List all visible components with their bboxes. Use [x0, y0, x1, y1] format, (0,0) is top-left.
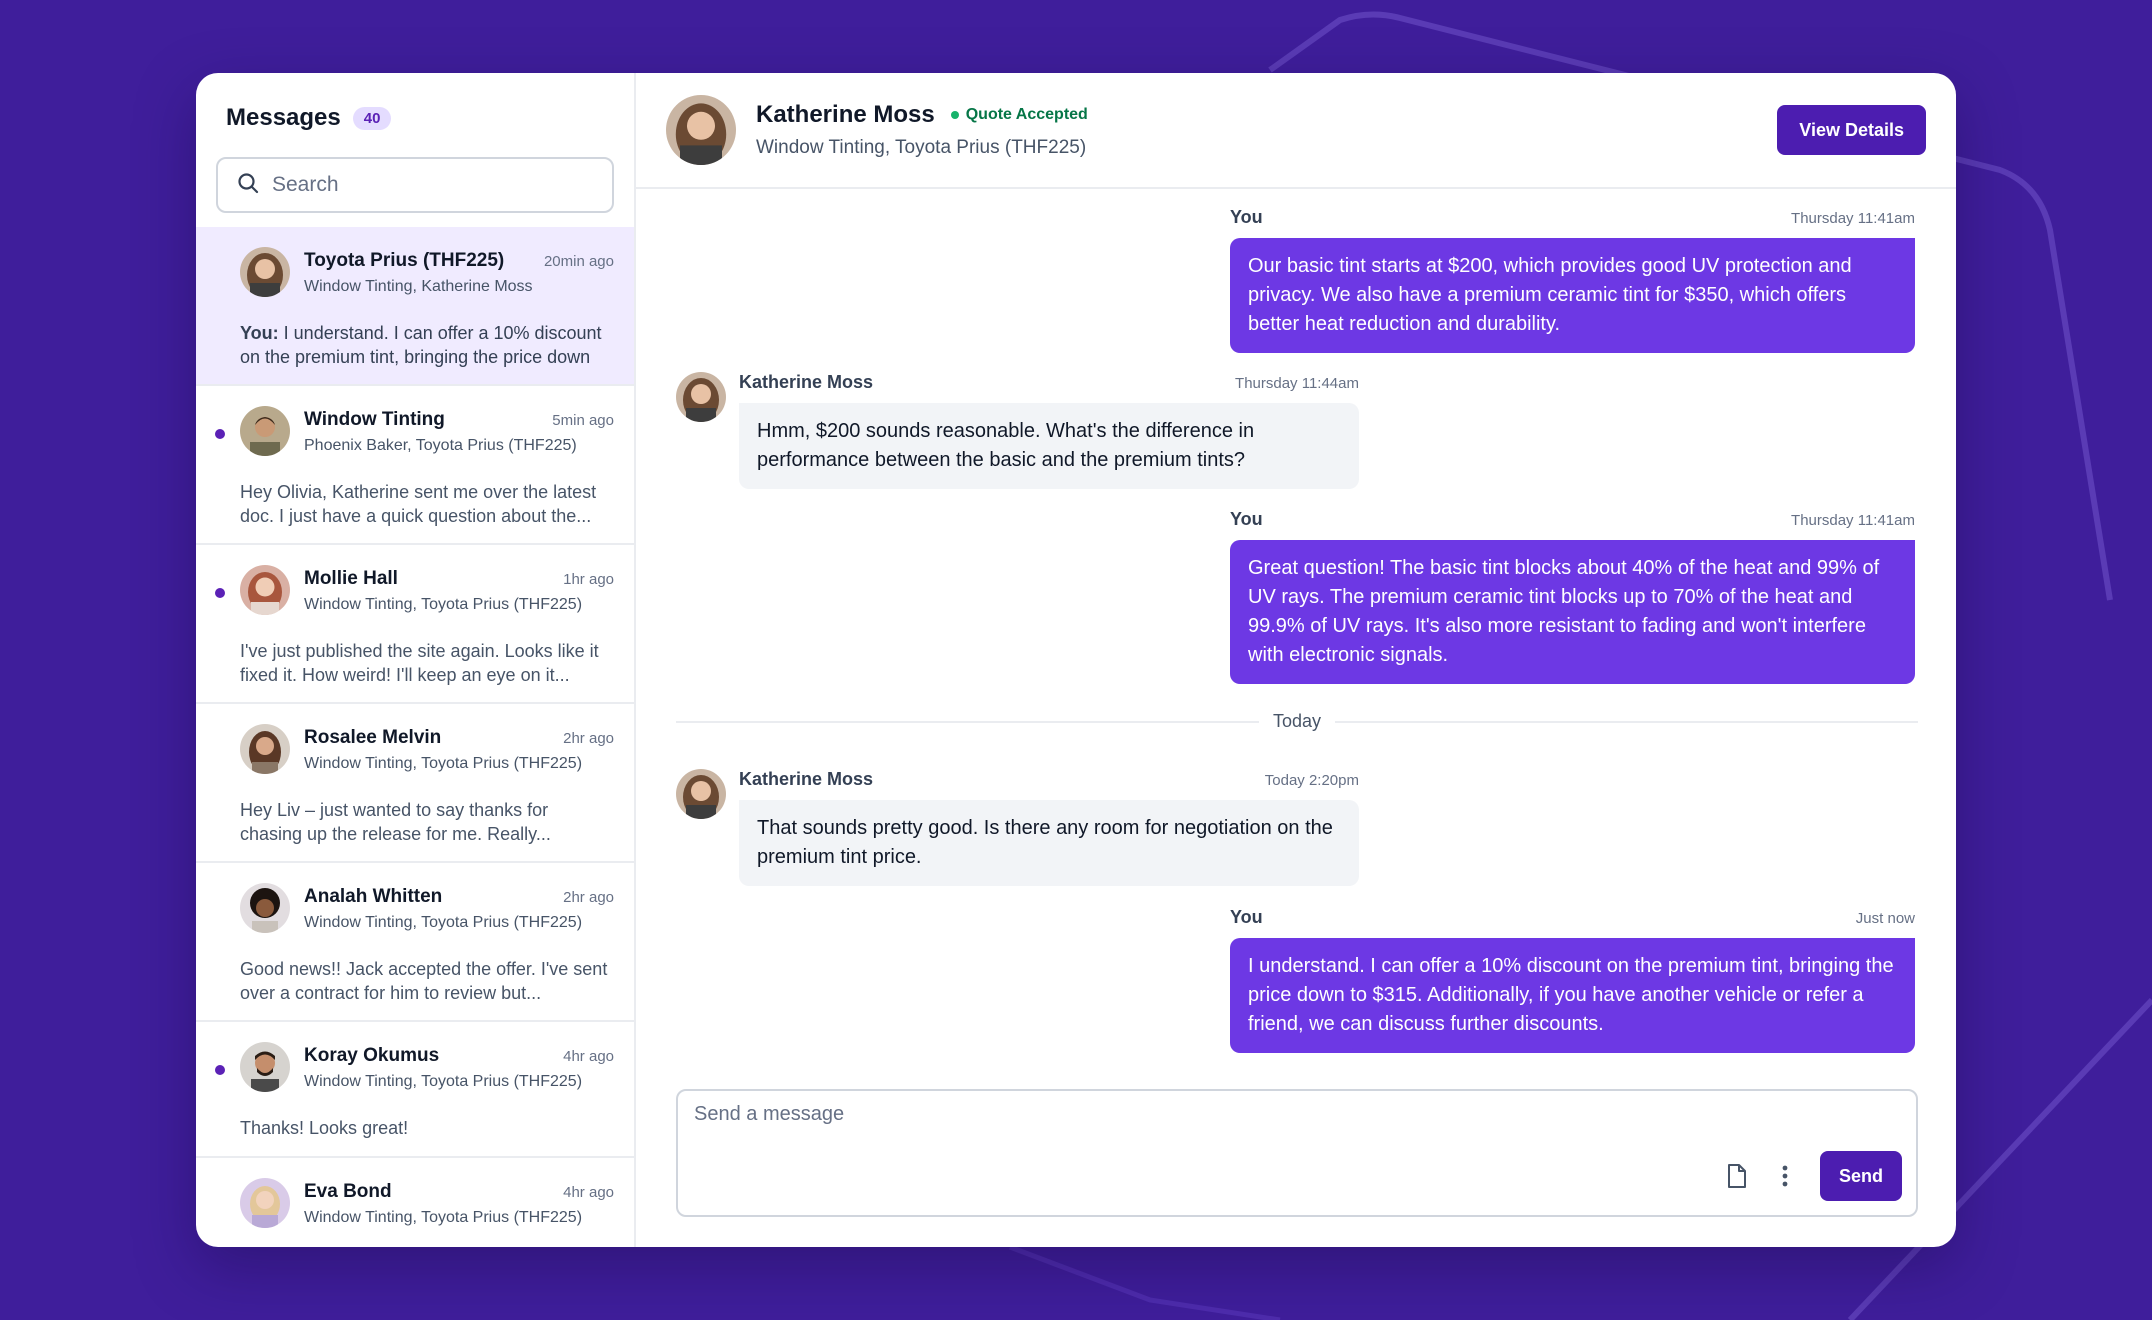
conversation-preview: You: I understand. I can offer a 10% dis…: [240, 321, 614, 369]
conversation-preview: Hey Olivia, Katherine sent me over the l…: [240, 482, 597, 526]
search-icon: [236, 171, 260, 200]
conversation-time: 1hr ago: [563, 571, 614, 588]
conversation-item[interactable]: Eva Bond 4hr ago Window Tinting, Toyota …: [196, 1158, 634, 1247]
conversation-time: 5min ago: [552, 412, 614, 429]
conversation-preview: Thanks! Looks great!: [240, 1118, 409, 1138]
message-sender: You: [1230, 907, 1263, 927]
conversation-item[interactable]: Mollie Hall 1hr ago Window Tinting, Toyo…: [196, 545, 634, 704]
avatar: [240, 724, 290, 774]
conversation-subtitle: Window Tinting, Toyota Prius (THF225): [304, 755, 583, 772]
message-sender: You: [1230, 207, 1263, 227]
conversation-item[interactable]: Koray Okumus 4hr ago Window Tinting, Toy…: [196, 1022, 634, 1158]
sender-avatar: [676, 372, 726, 422]
conversation-name: Rosalee Melvin: [304, 727, 442, 748]
conversation-item[interactable]: Window Tinting 5min ago Phoenix Baker, T…: [196, 386, 634, 545]
conversation-subtitle: Window Tinting, Toyota Prius (THF225): [304, 1073, 583, 1090]
message-bubble: I understand. I can offer a 10% discount…: [1230, 938, 1915, 1053]
message-sender: Katherine Moss: [739, 769, 874, 789]
divider-line: [1335, 720, 1919, 723]
conversation-subtitle: Window Tinting, Toyota Prius (THF225): [304, 914, 583, 931]
contact-name: Katherine Moss: [756, 101, 935, 128]
conversation-item[interactable]: Rosalee Melvin 2hr ago Window Tinting, T…: [196, 704, 634, 863]
status-label: Quote Accepted: [965, 106, 1088, 123]
conversation-time: 4hr ago: [563, 1048, 614, 1065]
date-divider: Today: [676, 711, 1919, 732]
messages-app-window: Messages 40 Toyota Prius (THF225) 20min: [196, 73, 1956, 1247]
conversation-subtitle: Phoenix Baker, Toyota Prius (THF225): [304, 437, 577, 454]
more-vertical-icon[interactable]: [1772, 1161, 1798, 1191]
message-time: Thursday 11:44am: [1235, 375, 1359, 392]
message-time: Just now: [1855, 910, 1915, 927]
conversation-name: Eva Bond: [304, 1181, 392, 1202]
contact-subtitle: Window Tinting, Toyota Prius (THF225): [756, 137, 1087, 158]
message-input[interactable]: [694, 1103, 1594, 1139]
message-outgoing: You Thursday 11:41am Our basic tint star…: [1230, 207, 1915, 353]
message-incoming: Katherine Moss Thursday 11:44am Hmm, $20…: [739, 372, 1359, 489]
conversation-item[interactable]: Toyota Prius (THF225) 20min ago Window T…: [196, 227, 634, 386]
unread-dot: [215, 429, 225, 439]
conversation-list: Toyota Prius (THF225) 20min ago Window T…: [196, 227, 634, 1247]
preview-text: I understand. I can offer a 10% discount…: [240, 323, 602, 367]
divider-line: [676, 720, 1259, 723]
sidebar-title: Messages: [226, 104, 341, 131]
message-bubble: Hmm, $200 sounds reasonable. What's the …: [739, 403, 1359, 489]
conversation-subtitle: Window Tinting, Toyota Prius (THF225): [304, 1209, 583, 1226]
file-icon[interactable]: [1724, 1161, 1750, 1191]
status-badge: Quote Accepted: [950, 106, 1088, 124]
sidebar-header: Messages 40: [196, 73, 634, 137]
avatar: [240, 565, 290, 615]
avatar: [240, 883, 290, 933]
conversation-item[interactable]: Analah Whitten 2hr ago Window Tinting, T…: [196, 863, 634, 1022]
avatar: [240, 247, 290, 297]
conversation-subtitle: Window Tinting, Katherine Moss: [304, 278, 533, 295]
status-dot-icon: [950, 111, 959, 119]
search-input[interactable]: [272, 173, 594, 197]
message-bubble: That sounds pretty good. Is there any ro…: [739, 800, 1359, 886]
conversation-name: Mollie Hall: [304, 568, 398, 589]
sender-avatar: [676, 769, 726, 819]
conversation-sidebar: Messages 40 Toyota Prius (THF225) 20min: [196, 73, 636, 1247]
conversation-name: Window Tinting: [304, 409, 445, 430]
message-time: Thursday 11:41am: [1791, 512, 1915, 529]
conversation-time: 2hr ago: [563, 889, 614, 906]
message-sender: You: [1230, 509, 1263, 529]
chat-panel: Katherine Moss Quote Accepted Window Tin…: [636, 73, 1956, 1247]
avatar: [240, 406, 290, 456]
unread-dot: [215, 588, 225, 598]
message-outgoing: You Thursday 11:41am Great question! The…: [1230, 509, 1915, 684]
conversation-preview: Hey Liv – just wanted to say thanks for …: [240, 800, 551, 844]
message-time: Thursday 11:41am: [1791, 210, 1915, 227]
avatar: [240, 1178, 290, 1228]
unread-dot: [215, 1065, 225, 1075]
contact-avatar: [666, 95, 736, 165]
search-box[interactable]: [216, 157, 614, 213]
conversation-time: 20min ago: [543, 253, 614, 270]
message-sender: Katherine Moss: [739, 372, 874, 392]
preview-sender-label: You:: [240, 323, 279, 343]
conversation-name: Analah Whitten: [304, 886, 443, 907]
conversation-subtitle: Window Tinting, Toyota Prius (THF225): [304, 596, 583, 613]
conversation-time: 2hr ago: [563, 730, 614, 747]
message-bubble: Our basic tint starts at $200, which pro…: [1230, 238, 1915, 353]
message-composer: Send: [676, 1089, 1918, 1217]
view-details-button[interactable]: View Details: [1777, 105, 1926, 155]
conversation-name: Koray Okumus: [304, 1045, 440, 1066]
message-outgoing: You Just now I understand. I can offer a…: [1230, 907, 1915, 1053]
message-bubble: Great question! The basic tint blocks ab…: [1230, 540, 1915, 684]
message-count-badge: 40: [352, 106, 392, 130]
chat-header: Katherine Moss Quote Accepted Window Tin…: [636, 73, 1956, 189]
divider-label: Today: [1272, 711, 1322, 731]
conversation-preview: I've just published the site again. Look…: [240, 641, 599, 685]
conversation-name: Toyota Prius (THF225): [304, 250, 505, 271]
conversation-preview: Good news!! Jack accepted the offer. I'v…: [240, 959, 608, 1003]
conversation-time: 4hr ago: [563, 1184, 614, 1201]
message-thread: You Thursday 11:41am Our basic tint star…: [636, 189, 1956, 1247]
avatar: [240, 1042, 290, 1092]
message-time: Today 2:20pm: [1264, 772, 1359, 789]
message-incoming: Katherine Moss Today 2:20pm That sounds …: [739, 769, 1359, 886]
send-button[interactable]: Send: [1820, 1151, 1902, 1201]
